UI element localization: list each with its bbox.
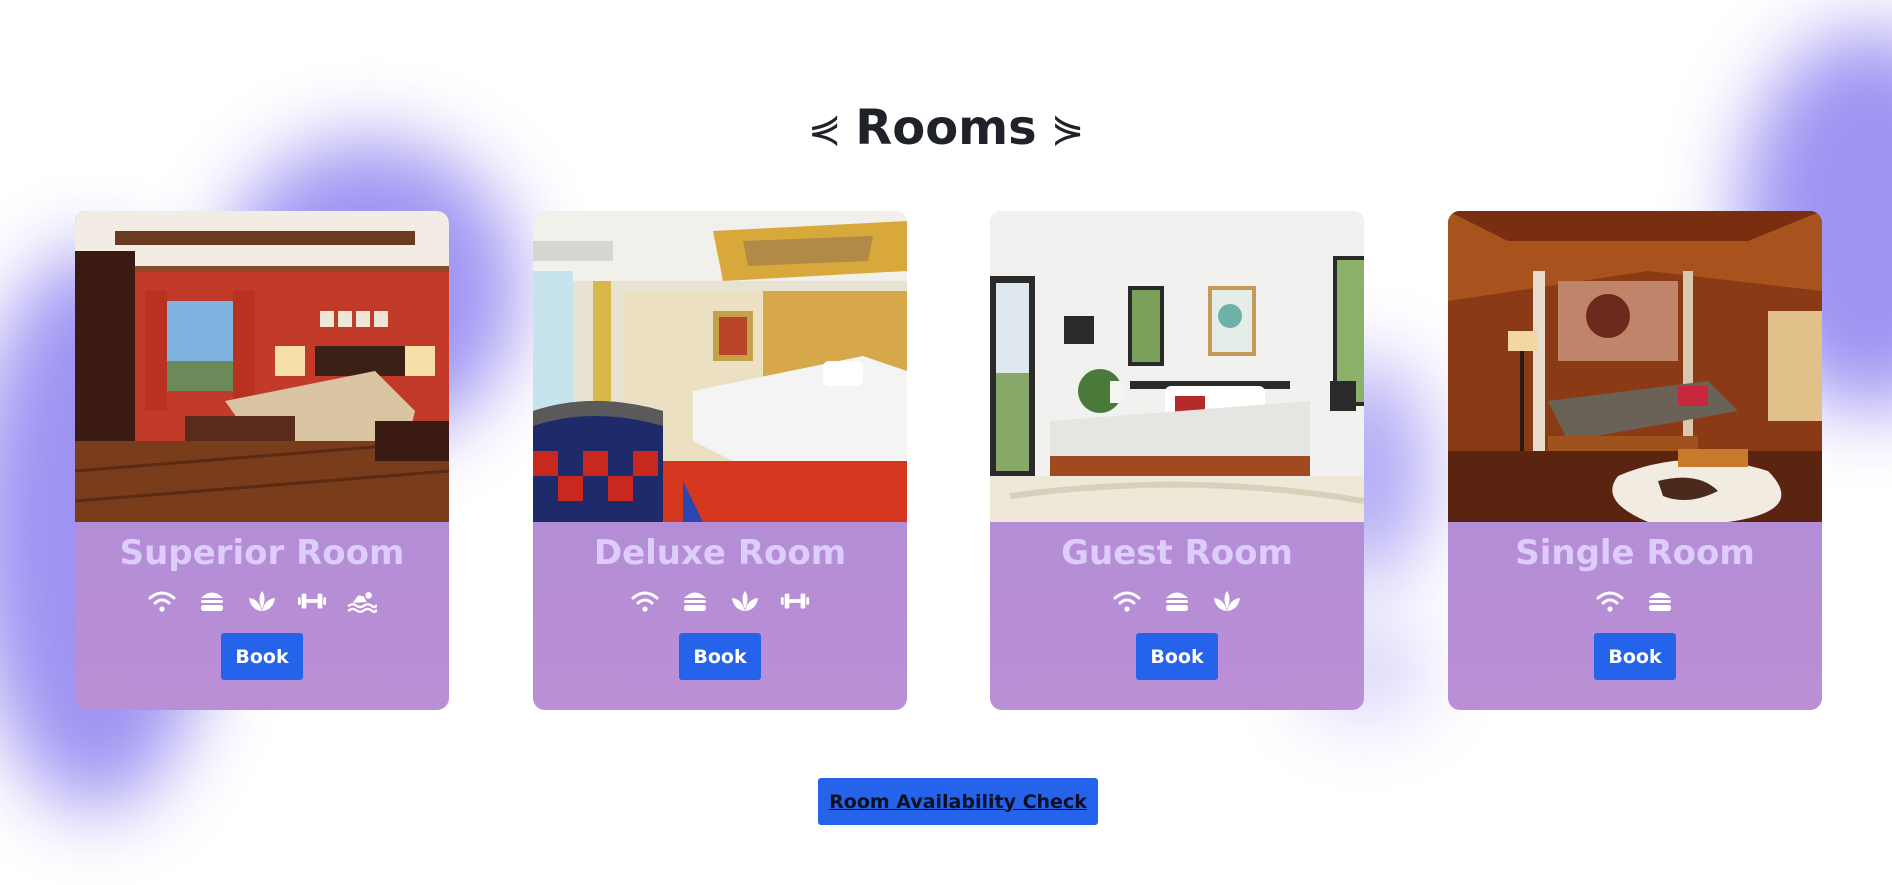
burger-icon [1645, 586, 1675, 616]
room-card-guest: Guest Room Book [990, 211, 1364, 710]
section-title-text: Rooms [855, 100, 1037, 156]
amenity-list [75, 586, 449, 616]
section-title: ⋞ Rooms ⋟ [0, 96, 1892, 161]
swimmer-icon [347, 586, 377, 616]
book-button[interactable]: Book [1136, 633, 1218, 680]
dumbbell-icon [780, 586, 810, 616]
room-photo [75, 211, 449, 522]
burger-icon [197, 586, 227, 616]
book-button[interactable]: Book [221, 633, 303, 680]
room-photo [533, 211, 907, 522]
spa-icon [730, 586, 760, 616]
room-card-deluxe: Deluxe Room Book [533, 211, 907, 710]
room-card-superior: Superior Room Book [75, 211, 449, 710]
page: ⋞ Rooms ⋟ Superior Room Book Deluxe Room… [0, 0, 1892, 885]
burger-icon [680, 586, 710, 616]
wifi-icon [1112, 586, 1142, 616]
room-name: Superior Room [119, 533, 405, 573]
amenity-list [990, 586, 1364, 616]
room-photo [1448, 211, 1822, 522]
room-name: Deluxe Room [593, 533, 847, 573]
room-photo [990, 211, 1364, 522]
title-right-ornament: ⋟ [1050, 106, 1085, 152]
amenity-list [1448, 586, 1822, 616]
wifi-icon [1595, 586, 1625, 616]
wifi-icon [147, 586, 177, 616]
title-left-ornament: ⋞ [807, 106, 842, 152]
room-card-single: Single Room Book [1448, 211, 1822, 710]
burger-icon [1162, 586, 1192, 616]
dumbbell-icon [297, 586, 327, 616]
spa-icon [1212, 586, 1242, 616]
spa-icon [247, 586, 277, 616]
wifi-icon [630, 586, 660, 616]
book-button[interactable]: Book [1594, 633, 1676, 680]
room-name: Single Room [1515, 533, 1755, 573]
room-name: Guest Room [1061, 533, 1293, 573]
book-button[interactable]: Book [679, 633, 761, 680]
room-availability-check-button[interactable]: Room Availability Check [818, 778, 1098, 825]
amenity-list [533, 586, 907, 616]
